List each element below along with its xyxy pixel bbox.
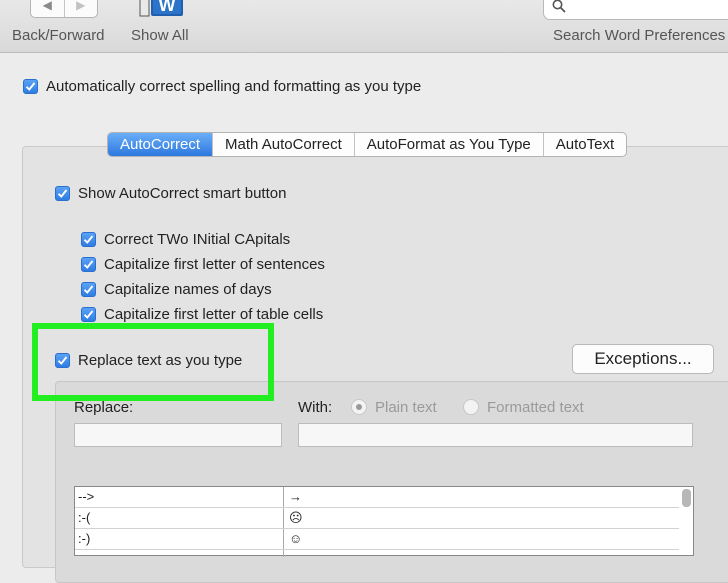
checkmark-icon <box>25 82 36 91</box>
auto-correct-label: Automatically correct spelling and forma… <box>46 78 422 95</box>
plain-text-radio[interactable] <box>351 399 367 415</box>
replace-input[interactable] <box>74 423 282 447</box>
tab-bar: AutoCorrect Math AutoCorrect AutoFormat … <box>107 132 628 157</box>
smart-button-checkbox[interactable] <box>55 186 70 201</box>
formatted-text-radio[interactable] <box>463 399 479 415</box>
search-placeholder: Search Word Preferences <box>553 27 726 44</box>
with-cell: → <box>289 489 302 504</box>
capitalize-days-label: Capitalize names of days <box>104 281 272 298</box>
formatted-text-label: Formatted text <box>487 399 584 416</box>
capitalize-table-cells-label: Capitalize first letter of table cells <box>104 306 324 323</box>
replace-label: Replace: <box>74 399 134 416</box>
back-forward-label: Back/Forward <box>12 27 105 44</box>
window-toolbar: ◀ ▶ Back/Forward W Show All Search Word … <box>0 0 728 53</box>
tab-autocorrect[interactable]: AutoCorrect <box>108 133 213 156</box>
checkmark-icon <box>83 235 94 244</box>
capitalize-days-checkbox[interactable] <box>81 282 96 297</box>
replace-cell: :-) <box>78 531 91 546</box>
smart-button-label: Show AutoCorrect smart button <box>78 185 287 202</box>
with-cell: ☹ <box>289 510 303 525</box>
capitalize-sentences-checkbox[interactable] <box>81 257 96 272</box>
word-app-icon[interactable]: W <box>137 0 185 21</box>
two-initial-caps-label: Correct TWo INitial CApitals <box>104 231 291 248</box>
checkmark-icon <box>57 189 68 198</box>
back-forward-control[interactable]: ◀ ▶ <box>30 0 98 18</box>
exceptions-button[interactable]: Exceptions... <box>572 344 714 374</box>
table-row[interactable]: :-) ☺ <box>75 529 679 550</box>
green-highlight-box <box>32 323 274 401</box>
checkmark-icon <box>83 260 94 269</box>
with-label: With: <box>298 399 333 416</box>
capitalize-table-cells-checkbox[interactable] <box>81 307 96 322</box>
magnifier-icon <box>552 0 566 13</box>
auto-correct-checkbox[interactable] <box>23 79 38 94</box>
plain-text-label: Plain text <box>375 399 437 416</box>
checkmark-icon <box>83 310 94 319</box>
checkmark-icon <box>83 285 94 294</box>
tab-autoformat[interactable]: AutoFormat as You Type <box>353 133 543 156</box>
forward-arrow-icon[interactable]: ▶ <box>63 0 98 17</box>
replace-cell: :-( <box>78 510 91 525</box>
with-cell: ☺ <box>289 531 303 546</box>
replace-cell: --> <box>78 489 95 504</box>
table-row[interactable]: :-( ☹ <box>75 508 679 529</box>
tab-autotext[interactable]: AutoText <box>542 133 626 156</box>
show-all-label: Show All <box>131 27 189 44</box>
table-row[interactable]: --> → <box>75 487 679 508</box>
two-initial-caps-checkbox[interactable] <box>81 232 96 247</box>
capitalize-sentences-label: Capitalize first letter of sentences <box>104 256 325 273</box>
tab-math-autocorrect[interactable]: Math AutoCorrect <box>212 133 354 156</box>
with-input[interactable] <box>298 423 693 447</box>
table-scrollbar[interactable] <box>682 489 691 507</box>
svg-text:W: W <box>159 0 176 15</box>
back-arrow-icon[interactable]: ◀ <box>31 0 64 17</box>
search-field[interactable] <box>543 0 728 20</box>
